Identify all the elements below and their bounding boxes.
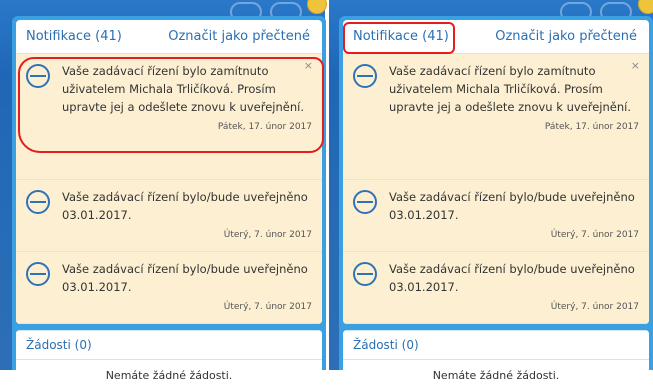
notification-date: Pátek, 17. únor 2017 [544, 122, 639, 132]
requests-card: Žádosti (0) Nemáte žádné žádosti. [16, 330, 322, 390]
mark-all-read-link[interactable]: Označit jako přečtené [168, 29, 310, 44]
notifications-card: Notifikace (41) Označit jako přečtené × … [16, 20, 322, 324]
notifications-card: Notifikace (41) Označit jako přečtené × … [343, 20, 649, 324]
requests-title: Žádosti (0) [26, 338, 92, 352]
notification-avatar-icon [26, 262, 50, 286]
requests-empty-message: Nemáte žádné žádosti. [16, 360, 322, 390]
notification-panel-left: Notifikace (41) Označit jako přečtené × … [12, 16, 326, 390]
close-icon[interactable]: × [631, 59, 640, 72]
notification-avatar-icon [353, 262, 377, 286]
notification-date: Úterý, 7. únor 2017 [223, 230, 312, 240]
notification-avatar-icon [353, 190, 377, 214]
requests-card: Žádosti (0) Nemáte žádné žádosti. [343, 330, 649, 390]
notification-message: Vaše zadávací řízení bylo zamítnuto uživ… [62, 64, 304, 114]
notifications-title: Notifikace (41) [353, 29, 449, 44]
notification-item[interactable]: Vaše zadávací řízení bylo/bude uveřejněn… [343, 252, 649, 324]
notification-date: Úterý, 7. únor 2017 [550, 302, 639, 312]
notifications-title: Notifikace (41) [26, 29, 122, 44]
notifications-header: Notifikace (41) Označit jako přečtené [16, 20, 322, 54]
notification-item[interactable]: Vaše zadávací řízení bylo/bude uveřejněn… [16, 252, 322, 324]
notification-message: Vaše zadávací řízení bylo/bude uveřejněn… [62, 262, 308, 294]
notification-item[interactable]: Vaše zadávací řízení bylo/bude uveřejněn… [16, 180, 322, 252]
mark-all-read-link[interactable]: Označit jako přečtené [495, 29, 637, 44]
notification-message: Vaše zadávací řízení bylo/bude uveřejněn… [389, 262, 635, 294]
notification-panel-right: Notifikace (41) Označit jako přečtené × … [339, 16, 653, 390]
notification-item[interactable]: × Vaše zadávací řízení bylo zamítnuto už… [343, 54, 649, 180]
notification-avatar-icon [26, 190, 50, 214]
notification-message: Vaše zadávací řízení bylo/bude uveřejněn… [389, 190, 635, 222]
notification-avatar-icon [353, 64, 377, 88]
notification-item[interactable]: Vaše zadávací řízení bylo/bude uveřejněn… [343, 180, 649, 252]
notification-message: Vaše zadávací řízení bylo/bude uveřejněn… [62, 190, 308, 222]
notification-date: Pátek, 17. únor 2017 [217, 122, 312, 132]
requests-title: Žádosti (0) [353, 338, 419, 352]
notification-avatar-icon [26, 64, 50, 88]
notification-date: Úterý, 7. únor 2017 [550, 230, 639, 240]
requests-header: Žádosti (0) [16, 330, 322, 360]
requests-empty-message: Nemáte žádné žádosti. [343, 360, 649, 390]
notification-date: Úterý, 7. únor 2017 [223, 302, 312, 312]
requests-header: Žádosti (0) [343, 330, 649, 360]
notifications-list: × Vaše zadávací řízení bylo zamítnuto už… [16, 54, 322, 324]
notifications-list: × Vaše zadávací řízení bylo zamítnuto už… [343, 54, 649, 324]
close-icon[interactable]: × [304, 59, 313, 72]
notification-item[interactable]: × Vaše zadávací řízení bylo zamítnuto už… [16, 54, 322, 180]
notifications-header: Notifikace (41) Označit jako přečtené [343, 20, 649, 54]
notification-message: Vaše zadávací řízení bylo zamítnuto uživ… [389, 64, 631, 114]
